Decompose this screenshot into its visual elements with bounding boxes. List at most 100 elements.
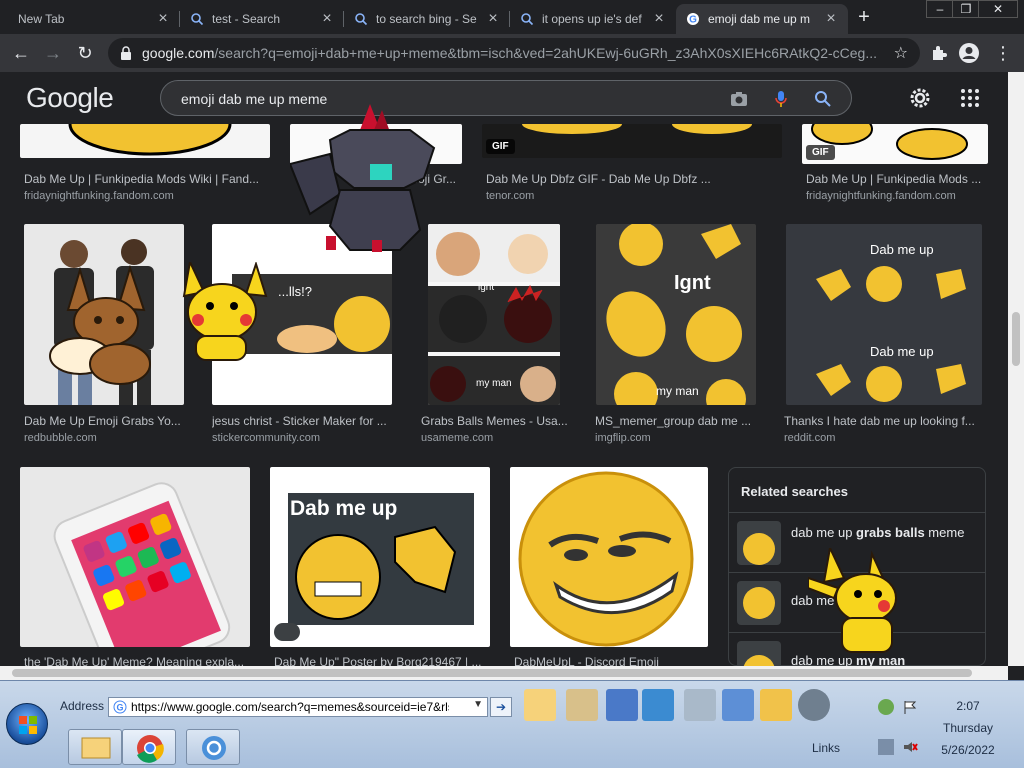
chrome-icon [137,735,164,763]
google-logo[interactable]: Google [26,82,114,114]
system-clock[interactable]: 2:07 Thursday 5/26/2022 [932,695,1004,761]
dropdown-arrow-icon[interactable]: ▼ [473,699,483,710]
restore-button[interactable]: ❐ [952,0,980,18]
vertical-scrollbar[interactable] [1008,72,1024,666]
result-title[interactable]: Thanks I hate dab me up looking f... [784,414,982,428]
result-site[interactable]: usameme.com [421,432,571,444]
taskbar-address-input[interactable] [109,698,449,716]
panel-label: my man [476,378,512,389]
result-image[interactable] [20,467,250,647]
taskbar-explorer-button[interactable] [68,729,122,765]
tab-new-tab[interactable]: New Tab × [8,4,180,34]
related-searches-heading: Related searches [741,484,848,499]
close-tab-icon[interactable]: × [652,10,666,28]
result-title[interactable]: Dab Me Up | Funkipedia Mods ... [806,172,988,186]
result-image[interactable] [20,124,270,158]
meme-text: Dab me up [870,242,934,257]
network-globe-icon[interactable] [642,689,674,721]
url-path: /search?q=emoji+dab+me+up+meme&tbm=isch&… [214,45,878,61]
result-title[interactable]: Dab Me Up" Poster by Borg219467 | ... [274,655,490,666]
result-title[interactable]: DabMeUpL - Discord Emoji [514,655,708,666]
related-thumbnail [737,521,781,565]
close-tab-icon[interactable]: × [320,10,334,28]
tab-bing-search[interactable]: to search bing - Se × [344,4,510,34]
result-image[interactable]: GIF [802,124,988,164]
folder-icon[interactable] [524,689,556,721]
result-title[interactable]: Dab Me Up | Funkipedia Mods Wiki | Fand.… [24,172,270,186]
bookmark-star-icon[interactable]: ☆ [894,43,908,63]
url-text[interactable]: google.com/search?q=emoji+dab+me+up+meme… [142,45,882,61]
result-title[interactable]: jesus christ - Sticker Maker for ... [212,414,394,428]
close-tab-icon[interactable]: × [824,10,838,28]
meme-text: Dab me up [870,344,934,359]
result-title[interactable]: MS_memer_group dab me ... [595,414,757,428]
google-header: Google [0,72,1008,124]
control-panel-icon[interactable] [722,689,754,721]
zorua-sprite-image [290,104,436,252]
search-box[interactable] [160,80,852,116]
horizontal-scrollbar[interactable] [0,666,1008,680]
profile-avatar-icon[interactable] [958,42,980,64]
new-tab-button[interactable]: + [852,6,876,29]
start-orb-icon[interactable] [6,703,48,745]
computer-icon[interactable] [606,689,638,721]
user-folder-icon[interactable] [566,689,598,721]
back-arrow-icon[interactable]: ← [10,42,32,64]
result-title[interactable]: Grabs Balls Memes - Usa... [421,414,571,428]
taskbar-address-box[interactable]: G ▼ [108,697,488,717]
result-title[interactable]: the 'Dab Me Up' Meme? Meaning expla... [24,655,250,666]
close-window-button[interactable]: ✕ [978,0,1018,18]
tab-title: test - Search [212,12,281,26]
meme-text: Ignt [674,272,711,294]
tab-test-search[interactable]: test - Search × [180,4,344,34]
camera-icon[interactable] [729,89,749,109]
network-tray-icon[interactable] [878,699,894,715]
result-title[interactable]: Dab Me Up Emoji Grabs Yo... [24,414,184,428]
microphone-icon[interactable] [771,89,791,109]
result-site[interactable]: fridaynightfunking.fandom.com [806,190,988,202]
extensions-puzzle-icon[interactable] [928,42,950,64]
search-input[interactable] [181,89,701,109]
result-image[interactable]: Dab me up Dab me up [786,224,982,405]
go-button[interactable]: ➔ [490,697,512,717]
result-image[interactable] [510,467,708,647]
apps-grid-icon[interactable] [958,86,982,110]
result-image[interactable]: GIF [482,124,782,158]
app-shortcut-icon[interactable] [798,689,830,721]
result-site[interactable]: reddit.com [784,432,982,444]
address-bar[interactable]: google.com/search?q=emoji+dab+me+up+meme… [108,38,920,68]
tab-title: New Tab [18,12,65,26]
minimize-button[interactable]: – [926,0,954,18]
result-site[interactable]: tenor.com [486,190,782,202]
monitor-tray-icon[interactable] [878,739,894,755]
tab-emoji-dab[interactable]: G emoji dab me up m × [676,4,848,34]
scroll-thumb[interactable] [12,669,972,677]
forward-arrow-icon[interactable]: → [42,42,64,64]
folder-icon[interactable] [760,689,792,721]
search-icon[interactable] [813,89,833,109]
result-site[interactable]: fridaynightfunking.fandom.com [24,190,270,202]
result-site[interactable]: redbubble.com [24,432,184,444]
close-tab-icon[interactable]: × [486,10,500,28]
taskbar-app-button[interactable] [186,729,240,765]
flag-tray-icon[interactable] [902,699,918,715]
close-tab-icon[interactable]: × [156,10,170,28]
result-site[interactable]: imgflip.com [595,432,757,444]
scroll-thumb[interactable] [1012,312,1020,366]
recycle-bin-icon[interactable] [684,689,716,721]
result-title[interactable]: Dab Me Up Dbfz GIF - Dab Me Up Dbfz ... [486,172,782,186]
emoji-faces-image [606,224,746,405]
reload-icon[interactable]: ↻ [74,42,96,64]
clock-time: 2:07 [956,699,980,713]
tab-title: it opens up ie's def [542,12,642,26]
result-image[interactable]: Dab me up [270,467,490,647]
menu-kebab-icon[interactable]: ⋮ [992,42,1014,64]
tab-ie-default[interactable]: it opens up ie's def × [510,4,676,34]
result-image[interactable]: Ignt my man [596,224,756,405]
grinning-emoji-image [518,471,694,647]
taskbar-chrome-button[interactable] [122,729,176,765]
gear-icon[interactable] [908,86,932,110]
result-image[interactable]: ignt my man [428,224,560,405]
result-site[interactable]: stickercommunity.com [212,432,394,444]
volume-muted-icon[interactable] [902,739,918,755]
